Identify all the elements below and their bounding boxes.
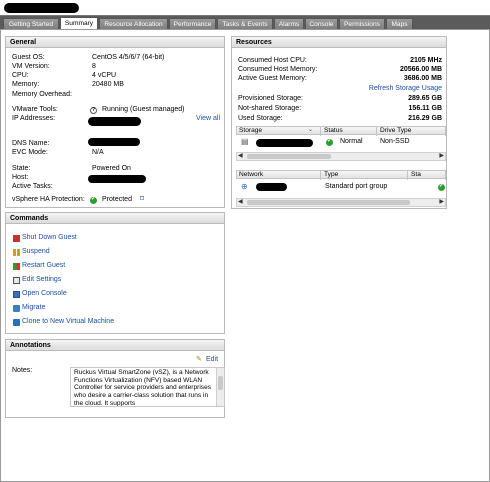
network-type-value: Standard port group	[325, 183, 388, 190]
notshared-storage-label: Not-shared Storage:	[238, 105, 302, 112]
open-console-link[interactable]: Open Console	[22, 290, 67, 297]
storage-table-header: Storage Status Drive Type	[236, 126, 446, 136]
used-storage-value: 216.29 GB	[408, 115, 442, 122]
notes-scrollbar[interactable]	[216, 368, 224, 406]
host-memory-label: Consumed Host Memory:	[238, 66, 318, 73]
datastore-icon: ▤	[241, 137, 249, 146]
vmware-tools-value: Running (Guest managed)	[102, 106, 185, 113]
evc-mode-label: EVC Mode:	[12, 149, 48, 156]
notshared-storage-value: 156.11 GB	[408, 105, 442, 112]
migrate-icon	[13, 305, 20, 312]
network-status-icon	[438, 182, 445, 191]
guest-os-value: CentOS 4/5/6/7 (64-bit)	[92, 54, 165, 61]
used-storage-label: Used Storage:	[238, 115, 283, 122]
suspend-link[interactable]: Suspend	[22, 248, 50, 255]
suspend-icon	[13, 249, 20, 256]
commands-panel: Commands Shut Down Guest Suspend Restart…	[5, 212, 225, 334]
scroll-right-icon[interactable]: ▶	[439, 153, 444, 160]
restart-guest-link[interactable]: Restart Guest	[22, 262, 65, 269]
scroll-right-icon[interactable]: ▶	[439, 199, 444, 206]
resources-title: Resources	[232, 37, 446, 48]
guest-memory-value: 3686.00 MB	[403, 75, 442, 82]
edit-settings-icon	[13, 277, 20, 284]
vmware-tools-label: VMware Tools:	[12, 106, 58, 113]
network-icon: ⊕	[241, 182, 248, 191]
host-memory-value: 20566.00 MB	[399, 66, 442, 73]
memory-overhead-label: Memory Overhead:	[12, 91, 72, 98]
shut-down-guest-link[interactable]: Shut Down Guest	[22, 234, 77, 241]
edit-annotations-link[interactable]: Edit	[206, 356, 218, 363]
clone-icon	[13, 319, 20, 326]
ip-addresses-label: IP Addresses:	[12, 115, 56, 122]
storage-status-value: Normal	[340, 138, 363, 145]
ha-protection-value: Protected	[102, 196, 132, 203]
notes-label: Notes:	[12, 367, 33, 374]
memory-label: Memory:	[12, 81, 40, 88]
cpu-value: 4 vCPU	[92, 72, 117, 79]
vm-version-value: 8	[92, 63, 96, 70]
refresh-storage-link[interactable]: Refresh Storage Usage	[369, 85, 442, 92]
help-icon[interactable]: ?	[90, 107, 97, 114]
network-scrollbar[interactable]: ◀ ▶	[236, 198, 446, 207]
redacted-host	[88, 175, 146, 183]
annotations-panel: Annotations ✎ Edit Notes: Ruckus Virtual…	[5, 339, 225, 418]
resources-panel: Resources Consumed Host CPU: 2105 MHz Co…	[231, 36, 447, 209]
host-cpu-label: Consumed Host CPU:	[238, 57, 307, 64]
network-table-header: Network Type Sta	[236, 170, 446, 180]
host-label: Host:	[12, 174, 29, 181]
edit-icon[interactable]: ✎	[196, 355, 202, 363]
vm-version-label: VM Version:	[12, 63, 50, 70]
scroll-left-icon[interactable]: ◀	[238, 199, 243, 206]
state-label: State:	[12, 165, 31, 172]
dns-name-label: DNS Name:	[12, 140, 50, 147]
scroll-thumb[interactable]	[247, 154, 331, 159]
console-icon	[13, 291, 20, 298]
host-cpu-value: 2105 MHz	[410, 57, 442, 64]
tab-bar: Getting Started Summary Resource Allocat…	[0, 15, 490, 30]
redacted-dns	[88, 138, 140, 146]
redacted-title	[4, 3, 79, 13]
protected-status-icon	[90, 195, 97, 204]
provisioned-storage-value: 289.65 GB	[408, 95, 442, 102]
cpu-label: CPU:	[12, 72, 29, 79]
network-status-column[interactable]: Sta	[409, 171, 446, 180]
evc-mode-value: N/A	[92, 149, 104, 156]
storage-scrollbar[interactable]: ◀ ▶	[236, 152, 446, 161]
general-panel: General Guest OS: CentOS 4/5/6/7 (64-bit…	[5, 36, 225, 208]
type-column[interactable]: Type	[322, 171, 408, 180]
scroll-thumb[interactable]	[218, 376, 223, 390]
network-column[interactable]: Network	[237, 171, 321, 180]
clone-vm-link[interactable]: Clone to New Virtual Machine	[22, 318, 114, 325]
shutdown-icon	[13, 235, 20, 242]
active-tasks-label: Active Tasks:	[12, 183, 53, 190]
commands-title: Commands	[6, 213, 224, 224]
redacted-datastore	[256, 139, 313, 147]
migrate-link[interactable]: Migrate	[22, 304, 45, 311]
restart-icon	[13, 263, 20, 270]
drive-type-value: Non-SSD	[380, 138, 410, 145]
sort-icon[interactable]: ⌄	[308, 126, 313, 133]
memory-value: 20480 MB	[92, 81, 124, 88]
storage-status-icon	[326, 137, 333, 146]
drive-type-column[interactable]: Drive Type	[378, 127, 446, 136]
comment-icon[interactable]: ⌑	[140, 194, 144, 203]
ha-protection-label: vSphere HA Protection:	[12, 196, 85, 203]
status-column[interactable]: Status	[322, 127, 377, 136]
guest-os-label: Guest OS:	[12, 54, 45, 61]
notes-text: Ruckus Virtual SmartZone (vSZ), is a Net…	[74, 369, 212, 407]
guest-memory-label: Active Guest Memory:	[238, 75, 307, 82]
notes-field[interactable]: Ruckus Virtual SmartZone (vSZ), is a Net…	[70, 367, 225, 407]
edit-settings-link[interactable]: Edit Settings	[22, 276, 61, 283]
general-title: General	[6, 37, 224, 48]
redacted-network	[256, 183, 287, 191]
scroll-thumb[interactable]	[247, 200, 410, 205]
redacted-ip	[88, 117, 141, 126]
annotations-title: Annotations	[6, 340, 224, 351]
provisioned-storage-label: Provisioned Storage:	[238, 95, 303, 102]
scroll-left-icon[interactable]: ◀	[238, 153, 243, 160]
state-value: Powered On	[92, 165, 131, 172]
view-all-link[interactable]: View all	[196, 115, 220, 122]
